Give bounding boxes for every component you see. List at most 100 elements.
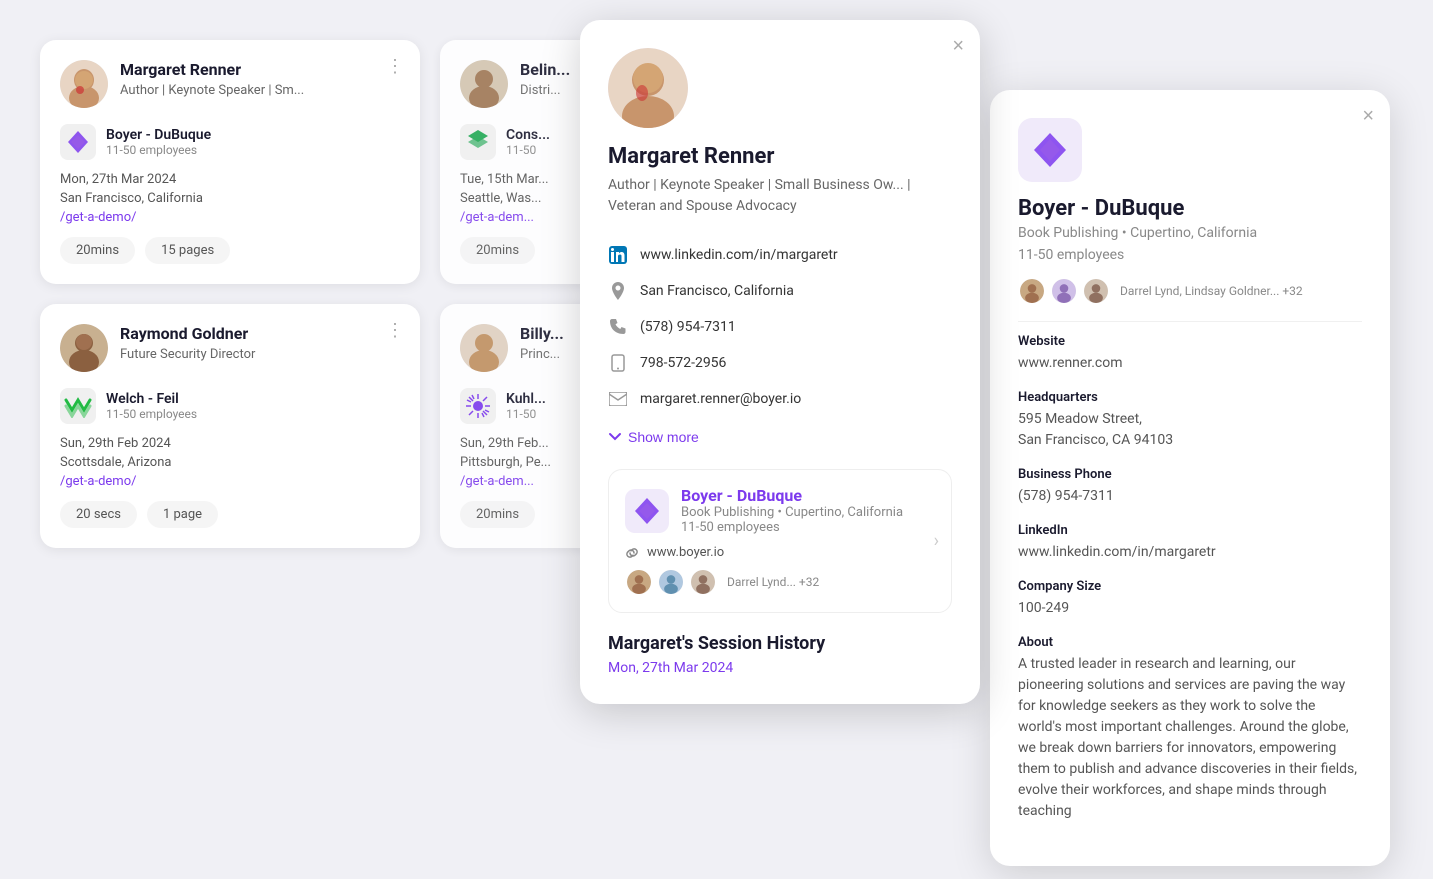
popup-company-size: 11-50 employees — [681, 520, 903, 535]
popup-company-close-button[interactable]: × — [1362, 106, 1374, 126]
company-detail-size: 11-50 employees — [1018, 247, 1362, 263]
card-4-company-size: 11-50 — [506, 407, 546, 421]
popup-person-close-button[interactable]: × — [952, 36, 964, 56]
card-2-duration: 20mins — [460, 237, 535, 264]
popup-person-avatar — [608, 48, 688, 128]
card-3-name: Raymond Goldner — [120, 324, 255, 345]
emp-avatar-2 — [657, 568, 685, 596]
card-1-location: San Francisco, California — [60, 191, 400, 206]
headquarters-value: 595 Meadow Street,San Francisco, CA 9410… — [1018, 409, 1362, 451]
business-phone-label: Business Phone — [1018, 467, 1362, 482]
linkedin-section: LinkedIn www.linkedin.com/in/margaretr — [1018, 523, 1362, 563]
linkedin-label: LinkedIn — [1018, 523, 1362, 538]
card-1-company-name: Boyer - DuBuque — [106, 127, 211, 143]
card-1-footer: 20mins 15 pages — [60, 237, 400, 264]
card-2-company-logo — [460, 124, 496, 160]
about-section: About A trusted leader in research and l… — [1018, 635, 1362, 822]
card-1-date: Mon, 27th Mar 2024 — [60, 172, 400, 187]
card-1-name: Margaret Renner — [120, 60, 304, 81]
emp-avatar-1 — [625, 568, 653, 596]
card-3-location: Scottsdale, Arizona — [60, 455, 400, 470]
avatar-raymond — [60, 324, 108, 372]
company-card-arrow: › — [934, 531, 939, 552]
card-3-company-name: Welch - Feil — [106, 391, 197, 407]
card-3-title: Future Security Director — [120, 347, 255, 362]
company-detail-sub: Book Publishing • Cupertino, California — [1018, 225, 1362, 241]
popup-person-subtitle: Author | Keynote Speaker | Small Busines… — [608, 175, 952, 217]
card-4-duration: 20mins — [460, 501, 535, 528]
emp-avatar-3 — [689, 568, 717, 596]
card-raymond[interactable]: Raymond Goldner Future Security Director… — [40, 304, 420, 548]
show-more-label: Show more — [628, 429, 699, 445]
card-3-link[interactable]: /get-a-demo/ — [60, 474, 400, 489]
popup-person-name: Margaret Renner — [608, 144, 952, 169]
company-detail-logo-icon — [1030, 130, 1070, 170]
card-1-title: Author | Keynote Speaker | Sm... — [120, 83, 304, 98]
session-history-title: Margaret's Session History — [608, 633, 952, 654]
about-label: About — [1018, 635, 1362, 650]
popup-company-website: www.boyer.io — [647, 545, 724, 560]
card-1-duration: 20mins — [60, 237, 135, 264]
contact-location-value: San Francisco, California — [640, 283, 794, 299]
location-icon — [608, 281, 628, 301]
card-1-company-size: 11-50 employees — [106, 143, 211, 157]
boyer-dubuque-logo-icon — [631, 495, 663, 527]
card-1-dots[interactable]: ⋮ — [386, 56, 404, 77]
avatar-margaret — [60, 60, 108, 108]
mobile-icon — [608, 353, 628, 373]
contact-mobile-value: 798-572-2956 — [640, 355, 726, 371]
card-2-company-name: Cons... — [506, 127, 550, 143]
popup-person: × Margaret Renner Author | Keynote Speak… — [580, 20, 980, 704]
popup-company-panel: × Boyer - DuBuque Book Publishing • Cupe… — [990, 90, 1390, 866]
purple-diamond-icon — [64, 128, 92, 156]
session-history-date: Mon, 27th Mar 2024 — [608, 660, 952, 676]
contact-phone-row: (578) 954-7311 — [608, 309, 952, 345]
show-more-button[interactable]: Show more — [608, 421, 699, 453]
popup-company-website-row: www.boyer.io — [625, 545, 935, 560]
email-icon — [608, 389, 628, 409]
website-section: Website www.renner.com — [1018, 334, 1362, 374]
avatar-belinda — [460, 60, 508, 108]
company-size-value: 100-249 — [1018, 598, 1362, 619]
card-2-company-size: 11-50 — [506, 143, 550, 157]
card-1-link[interactable]: /get-a-demo/ — [60, 210, 400, 225]
card-3-date: Sun, 29th Feb 2024 — [60, 436, 400, 451]
card-1-company-row: Boyer - DuBuque 11-50 employees — [60, 124, 400, 160]
headquarters-section: Headquarters 595 Meadow Street,San Franc… — [1018, 390, 1362, 451]
card-margaret-renner[interactable]: Margaret Renner Author | Keynote Speaker… — [40, 40, 420, 284]
popup-company-card[interactable]: Boyer - DuBuque Book Publishing • Cupert… — [608, 469, 952, 613]
company-size-label: Company Size — [1018, 579, 1362, 594]
website-label: Website — [1018, 334, 1362, 349]
card-4-company-logo — [460, 388, 496, 424]
contact-location-row: San Francisco, California — [608, 273, 952, 309]
card-2-name: Belin... — [520, 60, 570, 81]
contact-phone-value: (578) 954-7311 — [640, 319, 736, 335]
chevron-down-icon — [608, 432, 622, 442]
headquarters-label: Headquarters — [1018, 390, 1362, 405]
card-1-pages: 15 pages — [145, 237, 230, 264]
card-3-company-row: Welch - Feil 11-50 employees — [60, 388, 400, 424]
green-zigzag-icon — [64, 394, 92, 418]
company-detail-emp-count: Darrel Lynd, Lindsay Goldner... +32 — [1120, 284, 1303, 298]
card-2-title: Distri... — [520, 83, 570, 98]
green-arrows-icon — [464, 128, 492, 156]
card-3-pages: 1 page — [147, 501, 218, 528]
card-3-dots[interactable]: ⋮ — [386, 320, 404, 341]
card-4-name: Billy... — [520, 324, 564, 345]
company-emp-3 — [1082, 277, 1110, 305]
contact-email-row: margaret.renner@boyer.io — [608, 381, 952, 417]
popup-company-logo — [625, 489, 669, 533]
linkedin-value: www.linkedin.com/in/margaretr — [1018, 542, 1362, 563]
contact-email-value: margaret.renner@boyer.io — [640, 391, 801, 407]
popup-company-name: Boyer - DuBuque — [681, 486, 903, 505]
link-icon — [625, 546, 639, 560]
popup-company-meta: Book Publishing • Cupertino, California — [681, 505, 903, 520]
company-emp-2 — [1050, 277, 1078, 305]
popup-company-emp-count: Darrel Lynd... +32 — [727, 575, 819, 589]
card-3-company-size: 11-50 employees — [106, 407, 197, 421]
card-3-duration: 20 secs — [60, 501, 137, 528]
avatar-billy — [460, 324, 508, 372]
purple-burst-icon — [464, 392, 492, 420]
phone-icon — [608, 317, 628, 337]
company-detail-employees: Darrel Lynd, Lindsay Goldner... +32 — [1018, 277, 1362, 305]
